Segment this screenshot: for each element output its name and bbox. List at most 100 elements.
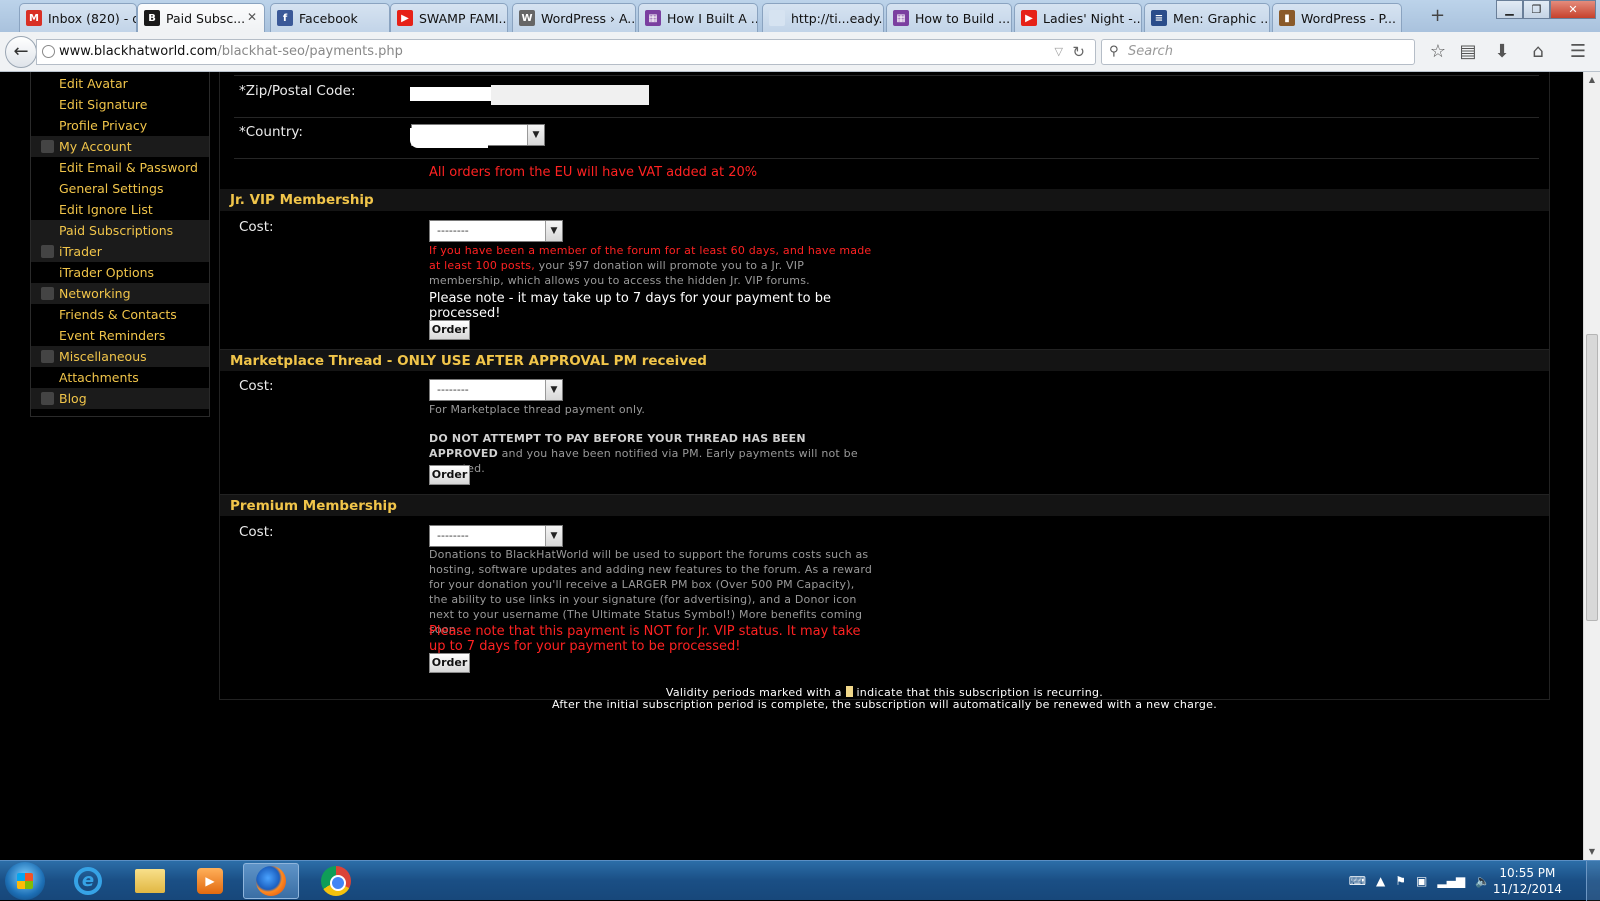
sidebar-item[interactable]: Blog [31,388,209,409]
internet-explorer-icon[interactable]: e [60,863,116,899]
maximize-icon[interactable]: ❐ [1523,0,1550,19]
menu-icon[interactable]: ☰ [1566,40,1590,64]
page-scrollbar[interactable]: ▲ ▼ [1583,72,1600,860]
clock[interactable]: 10:55 PM 11/12/2014 [1493,865,1562,897]
browser-tab[interactable]: http://ti...eady.html [762,3,884,32]
youtube-icon: ▶ [397,10,413,26]
bookmark-star-icon[interactable]: ☆ [1426,40,1450,64]
jr-vip-order-button[interactable]: Order [429,320,470,340]
premium-cost-select[interactable]: -------- ▼ [429,525,563,547]
show-desktop-button[interactable] [1586,861,1600,901]
windows-taskbar: e ▶ ⌨ ▲ ⚑ ▣ ▂▄▆ 🔈 10:55 PM 11/12/2014 [0,860,1600,901]
scrollbar-thumb[interactable] [1586,334,1598,621]
minimize-icon[interactable]: ▁ [1496,0,1523,19]
section-premium-title: Premium Membership [220,494,1549,516]
sidebar-item[interactable]: Edit Ignore List [31,199,209,220]
sidebar-item-label: Profile Privacy [59,118,148,133]
scroll-up-icon[interactable]: ▲ [1584,72,1600,88]
tab-label: Men: Graphic ... [1173,10,1270,26]
zip-field[interactable] [491,85,649,105]
browser-tab[interactable]: ≡ Men: Graphic ... [1144,3,1270,32]
jr-vip-cost-select[interactable]: -------- ▼ [429,220,563,242]
jr-vip-processing-note: Please note - it may take up to 7 days f… [429,291,831,321]
browser-tab[interactable]: M Inbox (820) - d... [19,3,137,32]
sidebar-item[interactable]: Friends & Contacts [31,304,209,325]
dropdown-arrow-icon[interactable]: ▽ [1055,40,1063,64]
keyboard-icon[interactable]: ⌨ [1349,874,1366,888]
action-center-flag-icon[interactable]: ⚑ [1395,874,1406,888]
new-tab-button[interactable]: + [1430,5,1445,26]
sidebar-item[interactable]: Networking [31,283,209,304]
network-signal-icon[interactable]: ▂▄▆ [1437,874,1465,888]
browser-tab[interactable]: B Paid Subsc... ✕ [137,3,265,32]
chevron-down-icon: ▼ [545,221,562,241]
back-button[interactable]: ← [5,36,37,68]
start-button[interactable] [5,862,45,900]
marketplace-order-button[interactable]: Order [429,465,470,485]
tray-expand-icon[interactable]: ▲ [1376,874,1385,888]
divider [234,158,1539,159]
redaction-mark [410,128,488,148]
home-icon[interactable]: ⌂ [1526,40,1550,64]
section-icon [41,140,54,153]
sidebar-item[interactable]: Miscellaneous [31,346,209,367]
device-icon[interactable]: ▣ [1416,874,1427,888]
browser-tab[interactable]: f Facebook [270,3,390,32]
sidebar-item[interactable]: My Account [31,136,209,157]
file-explorer-icon[interactable] [122,863,178,899]
premium-order-button[interactable]: Order [429,653,470,673]
firefox-icon[interactable] [243,863,299,899]
sidebar-item-label: Paid Subscriptions [59,223,174,238]
chevron-down-icon: ▼ [545,526,562,546]
window-controls: ▁ ❐ ✕ [1496,0,1596,19]
bookmarks-list-icon[interactable]: ▤ [1456,40,1480,64]
browser-tab[interactable]: ▶ SWAMP FAMI... [390,3,508,32]
address-bar[interactable]: www.blackhatworld.com/blackhat-seo/payme… [36,39,1096,65]
tab-label: How to Build ... [915,10,1011,26]
section-icon [41,245,54,258]
marketplace-description: For Marketplace thread payment only. [429,403,646,416]
chrome-icon[interactable] [308,863,364,899]
sidebar-item[interactable]: General Settings [31,178,209,199]
clock-date: 11/12/2014 [1492,882,1562,896]
jr-vip-cost-label: Cost: [239,219,274,235]
tab-label: http://ti...eady.html [791,10,883,26]
reload-icon[interactable]: ↻ [1072,40,1085,64]
search-icon: ⚲ [1109,44,1119,59]
sidebar-item[interactable]: Event Reminders [31,325,209,346]
media-player-icon[interactable]: ▶ [182,863,238,899]
scroll-down-icon[interactable]: ▼ [1584,844,1600,860]
section-icon [41,287,54,300]
sidebar-item-label: Edit Avatar [59,76,128,91]
sidebar-item[interactable]: iTrader Options [31,262,209,283]
section-marketplace-title: Marketplace Thread - ONLY USE AFTER APPR… [220,349,1549,371]
select-value: -------- [437,383,469,396]
tab-close-icon[interactable]: ✕ [247,10,257,24]
sidebar-item-label: Edit Ignore List [59,202,153,217]
sidebar-item[interactable]: Attachments [31,367,209,388]
wordpress-icon: W [519,10,535,26]
tab-label: WordPress › A... [541,10,636,26]
site-icon: ▮ [1279,10,1295,26]
browser-tab[interactable]: ▶ Ladies' Night -... [1014,3,1142,32]
browser-tab[interactable]: ▦ How I Built A ... [638,3,758,32]
browser-tab[interactable]: ▮ WordPress - P... [1272,3,1402,32]
marketplace-cost-select[interactable]: -------- ▼ [429,379,563,401]
browser-tab[interactable]: W WordPress › A... [512,3,636,32]
sidebar-item[interactable]: Edit Avatar [31,73,209,94]
browser-tab[interactable]: ▦ How to Build ... [886,3,1012,32]
youtube-icon: ▶ [1021,10,1037,26]
sidebar-item-label: Event Reminders [59,328,166,343]
sidebar-item[interactable]: Edit Signature [31,94,209,115]
tab-label: WordPress - P... [1301,10,1396,26]
sidebar-item[interactable]: Edit Email & Password [31,157,209,178]
sidebar-item[interactable]: Profile Privacy [31,115,209,136]
sidebar-item[interactable]: iTrader [31,241,209,262]
download-icon[interactable]: ⬇ [1490,40,1514,64]
select-value: -------- [437,224,469,237]
search-input[interactable]: ⚲ Search [1101,39,1415,65]
sidebar-item[interactable]: Paid Subscriptions [31,220,209,241]
windows-logo-icon [17,873,33,889]
volume-icon[interactable]: 🔈 [1475,874,1490,888]
close-icon[interactable]: ✕ [1550,0,1596,19]
